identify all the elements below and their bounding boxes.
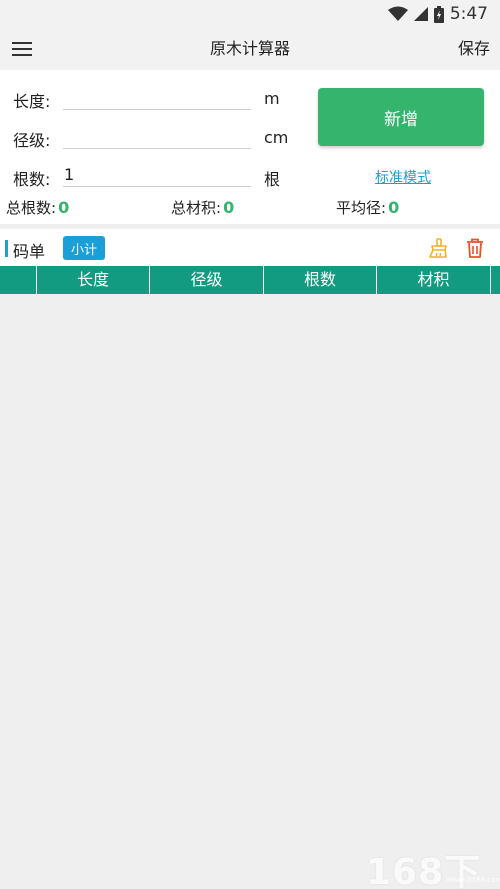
diameter-label: 径级:: [13, 131, 51, 150]
page-title: 原木计算器: [209, 39, 290, 58]
total-volume-value: 0: [223, 198, 235, 217]
total-volume-label: 总材积:: [171, 199, 222, 217]
length-input[interactable]: [63, 86, 251, 110]
avg-diameter-stat: 平均径: 0: [336, 197, 399, 218]
total-volume-stat: 总材积: 0: [171, 197, 234, 218]
length-unit: m: [264, 89, 280, 108]
total-count-label: 总根数:: [6, 199, 57, 217]
hamburger-menu-icon[interactable]: [12, 39, 32, 59]
total-count-value: 0: [58, 198, 70, 217]
status-bar: 5:47: [0, 0, 500, 28]
column-header-volume: 材积: [377, 266, 491, 294]
column-header-index: [0, 266, 37, 294]
clock-time: 5:47: [449, 4, 488, 24]
avg-diameter-value: 0: [388, 198, 400, 217]
count-label: 根数:: [13, 170, 51, 189]
input-form: 长度: m 径级: cm 根数: 根 新增 标准模式 总根数:0 总材积:0 平…: [0, 70, 500, 224]
brush-icon[interactable]: [427, 238, 447, 258]
column-header-diameter: 径级: [150, 266, 264, 294]
battery-icon: [433, 5, 444, 23]
list-title: 码单: [13, 242, 46, 261]
diameter-unit: cm: [264, 128, 289, 147]
add-button[interactable]: 新增: [318, 88, 484, 146]
save-button[interactable]: 保存: [458, 28, 490, 70]
avg-diameter-label: 平均径:: [336, 199, 387, 217]
list-header: 码单 小计: [0, 229, 500, 266]
count-unit: 根: [264, 170, 281, 189]
trash-icon[interactable]: [466, 238, 484, 258]
table-header: 长度 径级 根数 材积: [0, 266, 500, 294]
count-input[interactable]: [63, 163, 251, 187]
column-header-count: 根数: [264, 266, 377, 294]
length-label: 长度:: [13, 92, 51, 111]
signal-icon: [413, 6, 428, 22]
total-count-stat: 总根数: 0: [6, 197, 69, 218]
section-marker: [5, 240, 8, 257]
column-header-length: 长度: [37, 266, 150, 294]
diameter-input[interactable]: [63, 125, 251, 149]
subtotal-button[interactable]: 小计: [63, 236, 105, 260]
column-header-action: [491, 266, 500, 294]
watermark-url: down.it168.com: [446, 876, 500, 884]
app-bar: 原木计算器 保存: [0, 28, 500, 70]
wifi-icon: [387, 6, 408, 22]
standard-mode-link[interactable]: 标准模式: [375, 167, 431, 187]
